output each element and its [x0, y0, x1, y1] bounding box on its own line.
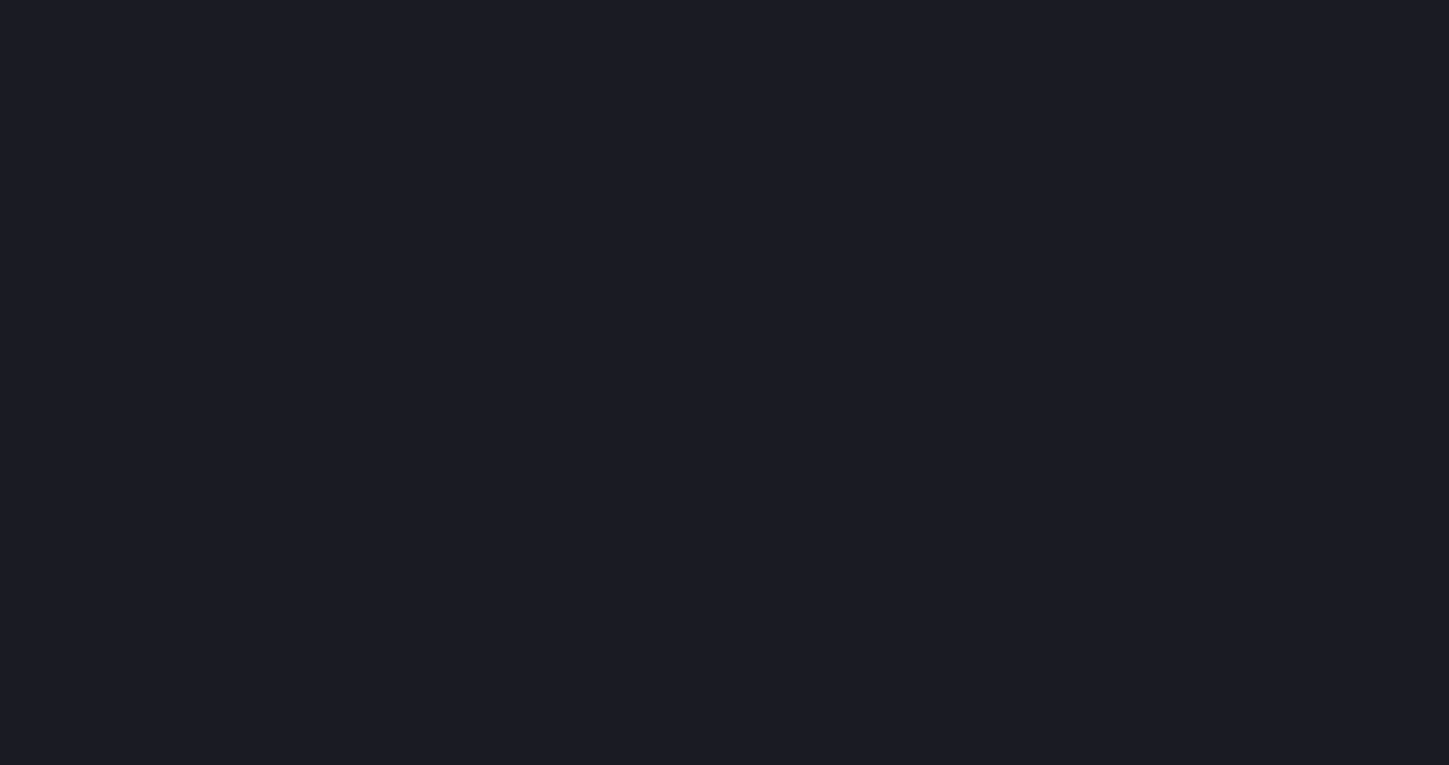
- tree-view: [0, 0, 1449, 8]
- annotation-overlay: [0, 0, 1449, 765]
